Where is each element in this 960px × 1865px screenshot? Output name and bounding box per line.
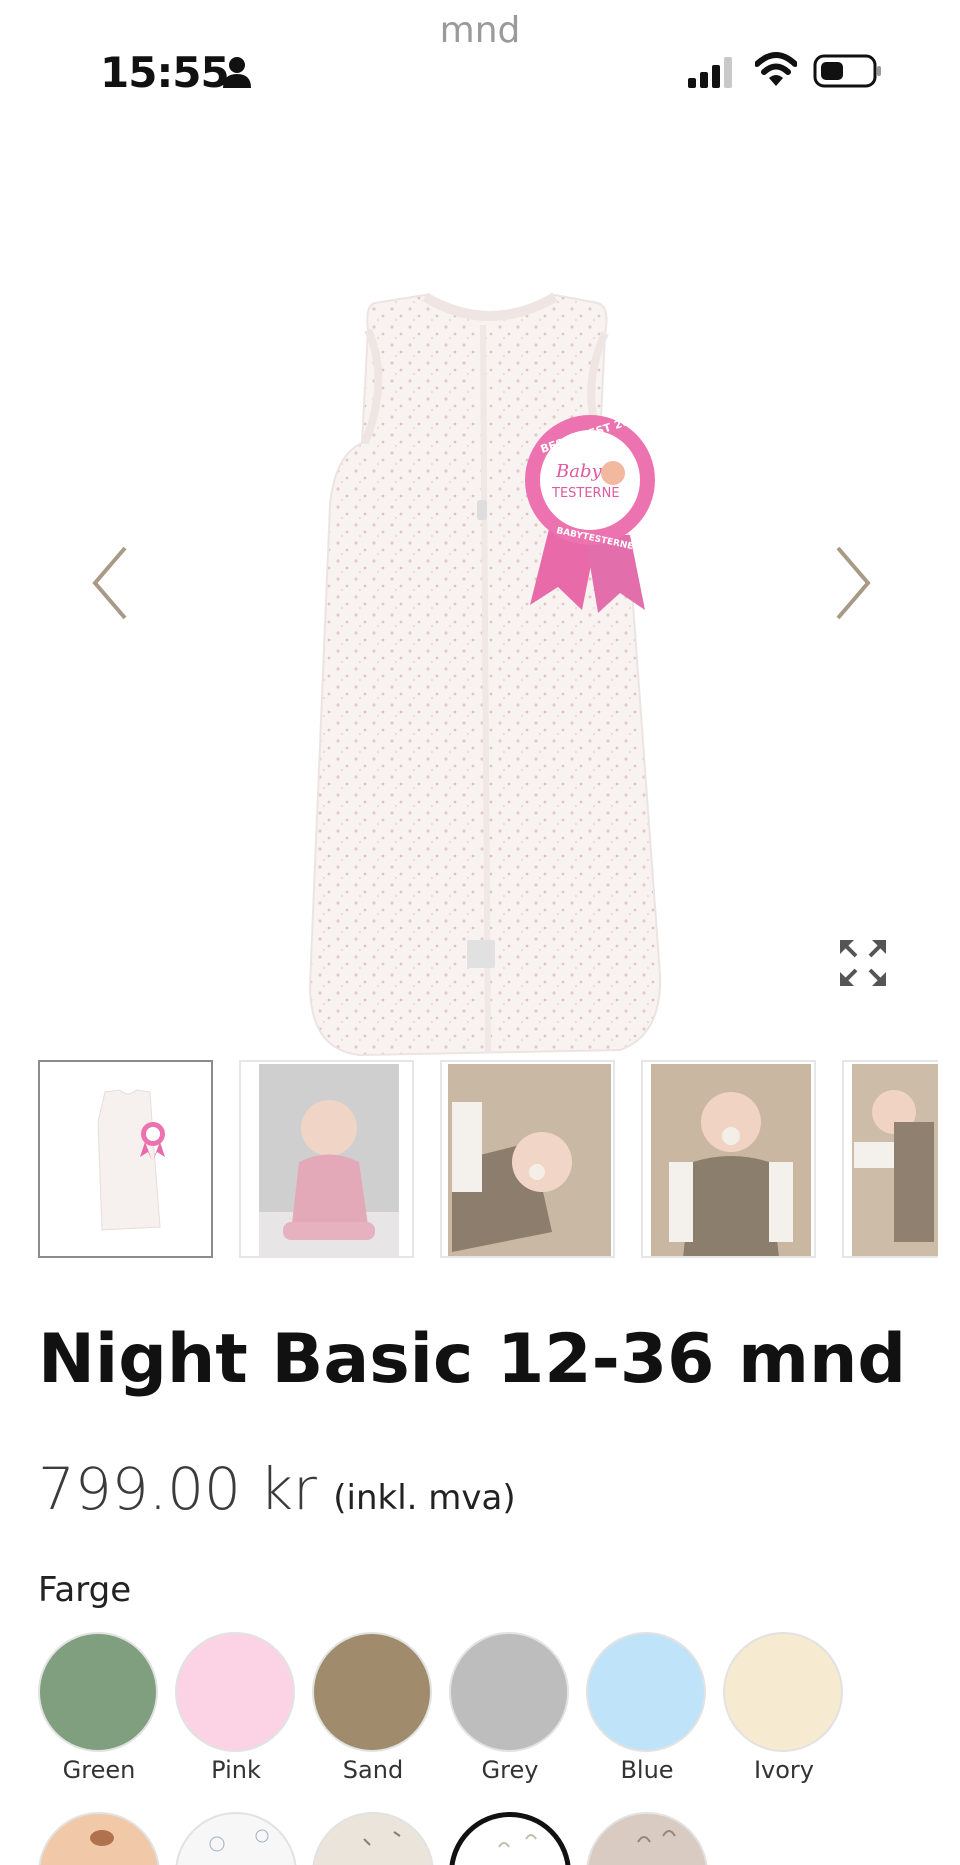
product-title: Night Basic 12-36 mnd [38,1320,907,1399]
clock: 15:55 [100,48,230,97]
color-swatches: Green Pink Sand Grey Blue Ivory [38,1632,938,1784]
thumbnail-3[interactable] [440,1060,615,1258]
color-name: Ivory [753,1756,815,1784]
color-swatch-ivory[interactable]: Ivory [723,1632,845,1784]
color-label: Farge [38,1570,132,1610]
color-name: Sand [342,1756,404,1784]
vat-note: (inkl. mva) [333,1478,516,1518]
thumbnail-1[interactable] [38,1060,213,1258]
thumbnail-strip [38,1060,938,1260]
color-dot [723,1632,843,1752]
badge-brand-line1: Baby [555,461,602,482]
color-swatch-sand[interactable]: Sand [312,1632,434,1784]
color-dot [38,1632,158,1752]
color-dot [449,1632,569,1752]
person-icon [223,57,251,88]
battery-icon [813,54,881,88]
next-image-arrow[interactable] [823,538,883,628]
cellular-signal-icon [688,57,732,88]
pattern-swatch-3[interactable] [312,1812,434,1865]
thumbnail-2[interactable] [239,1060,414,1258]
pattern-swatch-5[interactable] [586,1812,708,1865]
thumbnail-4[interactable] [641,1060,816,1258]
expand-icon[interactable] [840,940,886,986]
color-swatch-grey[interactable]: Grey [449,1632,571,1784]
product-image[interactable]: BEST I TEST 2021 Baby TESTERNE BABYTESTE… [280,215,700,1095]
color-name: Pink [211,1756,261,1784]
product-price: 799.00 kr [38,1455,317,1523]
status-bar: mnd 15:55 [0,0,960,120]
product-gallery: BEST I TEST 2021 Baby TESTERNE BABYTESTE… [0,120,960,1057]
pattern-swatch-4[interactable] [449,1812,571,1865]
color-swatch-pink[interactable]: Pink [175,1632,297,1784]
badge-brand-line2: TESTERNE [551,486,620,501]
pattern-swatches [38,1812,938,1865]
pattern-swatch-2[interactable] [175,1812,297,1865]
color-dot [586,1632,706,1752]
color-name: Blue [620,1756,674,1784]
price-row: 799.00 kr (inkl. mva) [38,1455,516,1523]
color-name: Grey [481,1756,539,1784]
wifi-icon [755,52,797,86]
color-dot [175,1632,295,1752]
thumbnail-5[interactable] [842,1060,938,1258]
color-name: Green [62,1756,136,1784]
page-url: mnd [439,10,521,51]
color-dot [312,1632,432,1752]
color-swatch-blue[interactable]: Blue [586,1632,708,1784]
pattern-swatch-1[interactable] [38,1812,160,1865]
previous-image-arrow[interactable] [80,538,140,628]
color-swatch-green[interactable]: Green [38,1632,160,1784]
